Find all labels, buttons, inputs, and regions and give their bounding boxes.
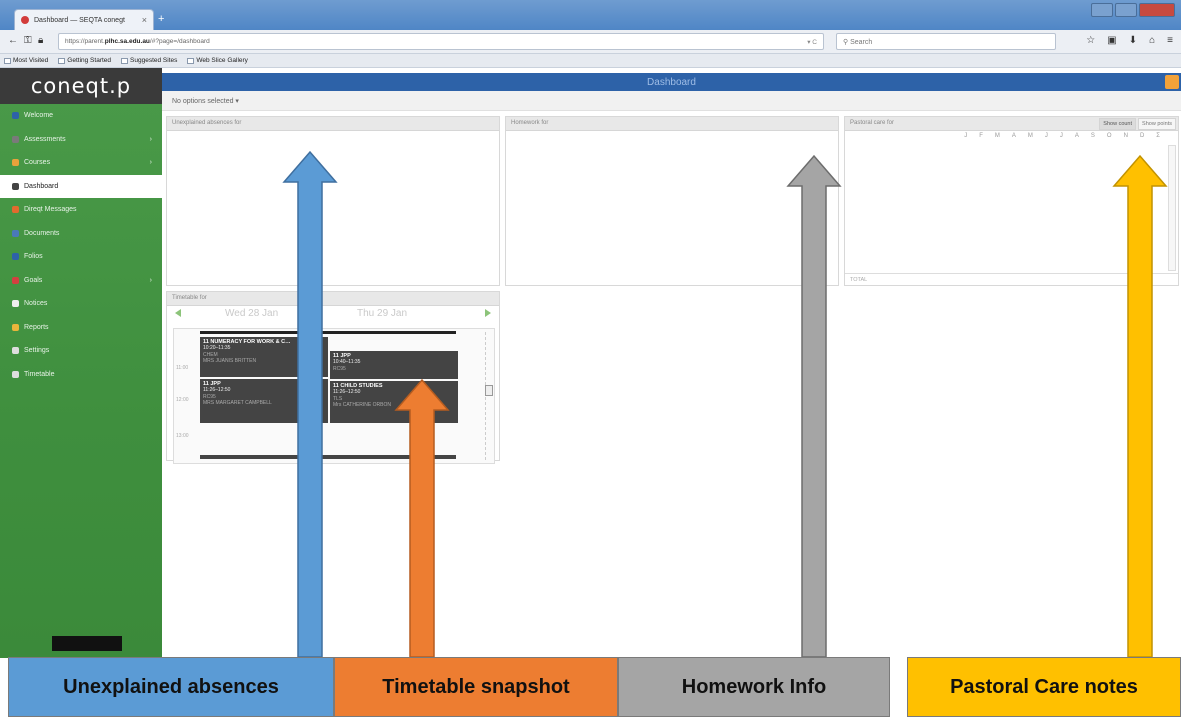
arrow-homework (786, 154, 842, 658)
annotation-arrows (282, 150, 1168, 658)
arrow-pastoral (1112, 154, 1168, 658)
callout-homework: Homework Info (618, 657, 890, 717)
arrow-timetable (394, 378, 450, 658)
arrow-absences (282, 150, 338, 658)
callout-pastoral: Pastoral Care notes (907, 657, 1181, 717)
callout-absences: Unexplained absences (8, 657, 334, 717)
callout-timetable: Timetable snapshot (334, 657, 618, 717)
